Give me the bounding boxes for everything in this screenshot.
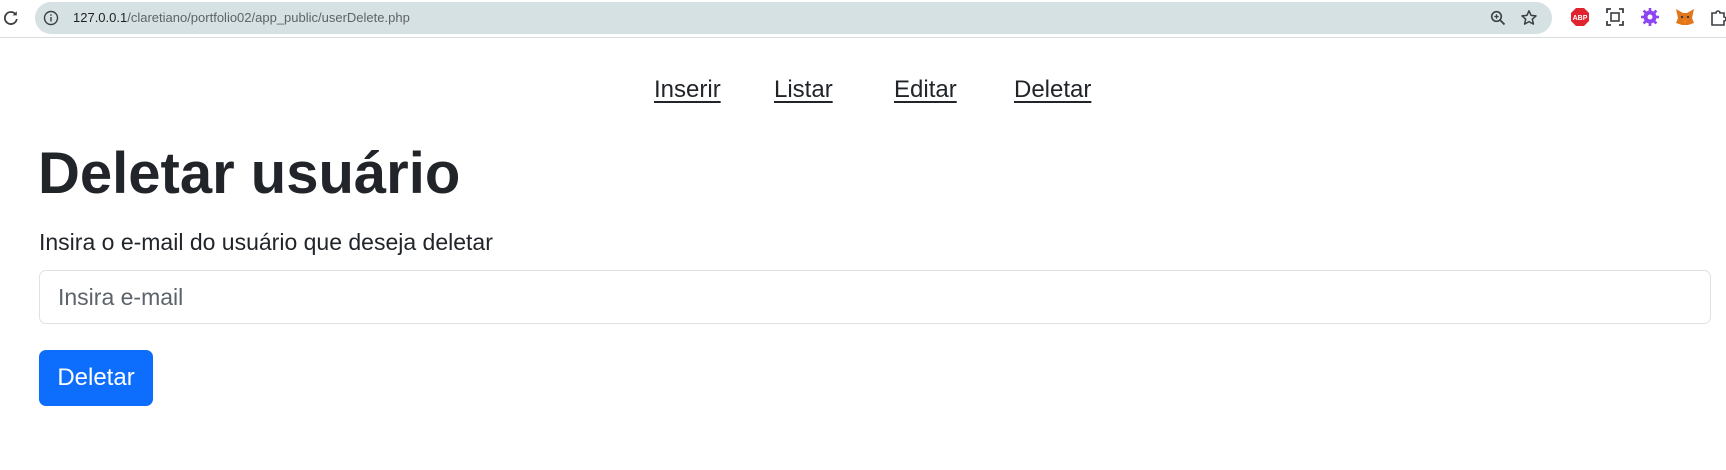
email-label: Insira o e-mail do usuário que deseja de… <box>39 229 493 255</box>
bookmark-star-icon[interactable] <box>1520 9 1538 27</box>
browser-toolbar: 127.0.0.1/claretiano/portfolio02/app_pub… <box>0 0 1726 38</box>
site-info-icon[interactable] <box>43 10 59 26</box>
nav-link-inserir[interactable]: Inserir <box>654 76 721 104</box>
email-field[interactable] <box>39 270 1711 324</box>
gear-extension-icon[interactable] <box>1640 7 1660 27</box>
zoom-icon[interactable] <box>1490 10 1506 26</box>
main-nav: Inserir Listar Editar Deletar <box>0 76 1726 106</box>
nav-link-listar[interactable]: Listar <box>774 76 833 104</box>
nav-link-editar[interactable]: Editar <box>894 76 957 104</box>
page-title: Deletar usuário <box>38 141 461 206</box>
address-bar[interactable]: 127.0.0.1/claretiano/portfolio02/app_pub… <box>35 2 1552 34</box>
screenshot-icon[interactable] <box>1605 7 1625 27</box>
delete-button[interactable]: Deletar <box>39 350 153 406</box>
url-host: 127.0.0.1 <box>73 10 128 25</box>
adblock-plus-icon[interactable]: ABP <box>1570 7 1590 27</box>
url-text[interactable]: 127.0.0.1/claretiano/portfolio02/app_pub… <box>73 10 410 26</box>
metamask-fox-icon[interactable] <box>1675 7 1695 27</box>
url-path: /claretiano/portfolio02/app_public/userD… <box>127 10 410 25</box>
nav-link-deletar[interactable]: Deletar <box>1014 76 1091 104</box>
abp-label: ABP <box>1573 15 1588 22</box>
extensions-puzzle-icon[interactable] <box>1709 7 1726 27</box>
reload-icon[interactable] <box>2 9 20 27</box>
